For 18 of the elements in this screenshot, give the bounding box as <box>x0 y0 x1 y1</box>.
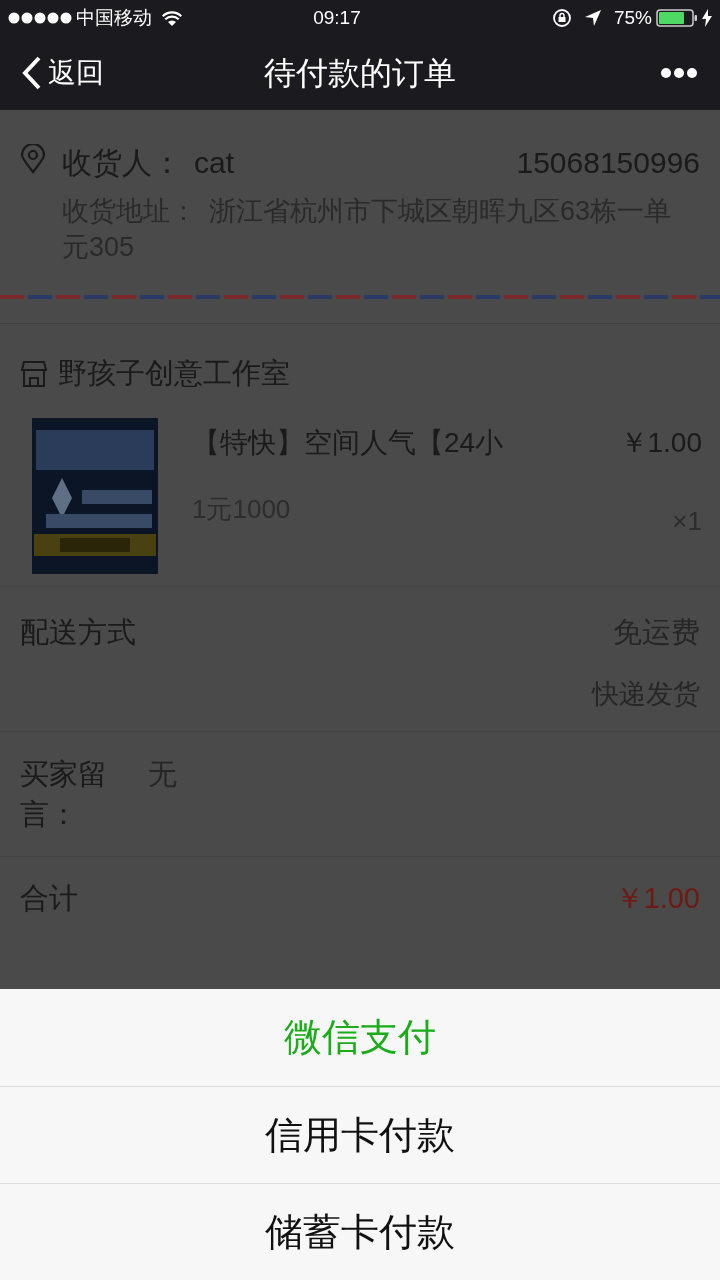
page-title: 待付款的订单 <box>263 54 457 93</box>
clock-time: 09:17 <box>312 5 362 30</box>
shop-icon <box>20 359 48 388</box>
wifi-icon <box>162 10 182 26</box>
carrier-name: 中国移动 <box>76 5 152 30</box>
total-amount: ￥1.00 <box>614 880 700 916</box>
battery-icon <box>656 9 698 27</box>
signal-icon <box>8 12 72 24</box>
rotation-lock-icon <box>551 8 572 28</box>
location-pin-icon <box>20 144 46 174</box>
charging-icon <box>702 9 712 27</box>
chevron-left-icon <box>22 56 42 90</box>
more-icon <box>660 67 698 79</box>
payment-option[interactable]: 信用卡付款 <box>0 1086 720 1183</box>
location-icon <box>583 9 602 27</box>
battery-percent: 75% <box>613 5 652 30</box>
back-button[interactable]: 返回 <box>22 52 162 94</box>
payment-option[interactable]: 储蓄卡付款 <box>0 1183 720 1280</box>
